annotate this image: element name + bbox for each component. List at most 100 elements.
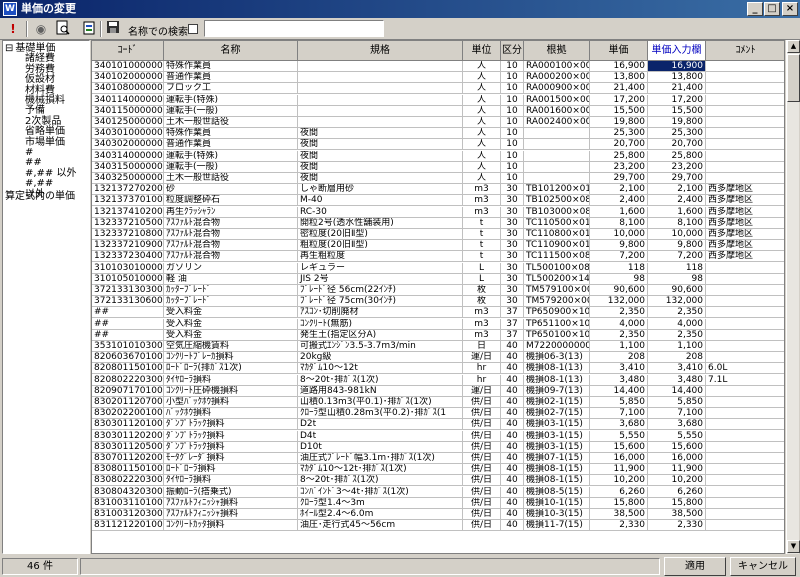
table-row[interactable]: 132337210500 ｱｽﾌｧﾙﾄ混合物 開粒2号(透水性舗装用) t 30 TC11… bbox=[92, 217, 784, 229]
price-input-cell[interactable]: 15,600 bbox=[648, 441, 706, 453]
table-row[interactable]: 310103010000 ガソリン レギュラー L 30 TL500100×08 118 11… bbox=[92, 262, 784, 274]
price-input-cell[interactable]: 118 bbox=[648, 262, 706, 274]
price-input-cell[interactable]: 90,600 bbox=[648, 285, 706, 296]
price-input-cell[interactable]: 19,800 bbox=[648, 117, 706, 128]
price-input-cell[interactable]: 14,400 bbox=[648, 385, 706, 397]
price-input-cell[interactable]: 3,410 bbox=[648, 363, 706, 375]
price-input-cell[interactable]: 3,680 bbox=[648, 419, 706, 431]
table-row[interactable]: 830301120100 ﾀﾞﾝﾌﾟﾄﾗｯｸ損料 D2t 供/日 40 機損03-1(15… bbox=[92, 419, 784, 431]
table-row[interactable]: 830801150100 ﾛｰﾄﾞﾛｰﾗ損料 ﾏｶﾀﾞﾑ10～12t･排ｶﾞｽ(1次… bbox=[92, 464, 784, 476]
table-row[interactable]: 132337230400 ｱｽﾌｧﾙﾄ混合物 再生粗粒度 t 30 TC111500×08… bbox=[92, 251, 784, 263]
table-row[interactable]: 340108000000 ブロック工人 10 RA000900×00 21,400 21,… bbox=[92, 83, 784, 95]
table-row[interactable]: 820802220300 ﾀｲﾔﾛｰﾗ損料 8～20t･排ｶﾞｽ(1次) hr 40 機損… bbox=[92, 374, 784, 386]
price-input-cell[interactable]: 5,550 bbox=[648, 430, 706, 442]
table-row[interactable]: 830701120200 ﾓｰﾀｸﾞﾚｰﾀﾞ損料 油圧式ﾌﾞﾚｰﾄﾞ幅3.1m･排ｶ… bbox=[92, 453, 784, 464]
price-input-cell[interactable]: 11,900 bbox=[648, 464, 706, 476]
table-row[interactable]: 132137410200 再生ｸﾗｯｼｬﾗﾝ RC-30 m3 30 TB103000×0… bbox=[92, 206, 784, 218]
price-input-cell[interactable]: 6,260 bbox=[648, 486, 706, 498]
column-header[interactable]: 単価 bbox=[590, 41, 648, 61]
table-row[interactable]: 340125000000 土木一般世話役人 10 RA002400×00 19,800 1… bbox=[92, 117, 784, 128]
table-row[interactable]: 831003120300 ｱｽﾌｧﾙﾄﾌｨﾆｯｼｬ損料 ﾎｲｰﾙ型2.4～6.0m 供… bbox=[92, 509, 784, 520]
price-input-cell[interactable]: 98 bbox=[648, 273, 706, 285]
table-row[interactable]: 830804320300 振動ﾛｰﾗ(搭乗式) ｺﾝﾊﾞｲﾝﾄﾞ3～4t･排ｶﾞｽ(… bbox=[92, 486, 784, 498]
collapse-icon[interactable]: ⊟ bbox=[5, 43, 13, 54]
price-input-cell[interactable]: 15,500 bbox=[648, 105, 706, 117]
table-row[interactable]: 820801150100 ﾛｰﾄﾞﾛｰﾗ(排ｶﾞｽ1次) ﾏｶﾀﾞﾑ10～12t hr… bbox=[92, 363, 784, 375]
table-row[interactable]: 340114000000 運転手(特殊) 人 10 RA001500×00 17,200 1… bbox=[92, 94, 784, 106]
column-header[interactable]: 単価入力欄 bbox=[648, 41, 706, 61]
table-row[interactable]: 830201120700 小型ﾊﾞｯｸﾎｳ損料 山積0.13m3(平0.1)･排ｶﾞ… bbox=[92, 397, 784, 408]
title-bar[interactable]: W 単価の変更 _ □ × bbox=[0, 0, 800, 18]
price-input-cell[interactable]: 2,350 bbox=[648, 307, 706, 319]
price-input-cell[interactable]: 10,000 bbox=[648, 229, 706, 240]
table-row[interactable]: 132137270200 砂しゃ断層用砂 m3 30 TB101200×01 2,100 2… bbox=[92, 184, 784, 196]
price-input-cell[interactable]: 208 bbox=[648, 352, 706, 364]
price-input-cell[interactable]: 4,000 bbox=[648, 318, 706, 330]
column-header[interactable]: 区分 bbox=[501, 41, 524, 61]
price-input-cell[interactable]: 5,850 bbox=[648, 397, 706, 408]
tree-item[interactable]: 算定式内の単価 bbox=[5, 191, 75, 203]
price-input-cell[interactable]: 3,480 bbox=[648, 374, 706, 386]
app-icon[interactable]: W bbox=[3, 2, 17, 16]
price-input-cell[interactable]: 38,500 bbox=[648, 509, 706, 520]
table-row[interactable]: 372133130600 ｶｯﾀｰﾌﾞﾚｰﾄﾞ ﾌﾞﾚｰﾄﾞ径 75cm(30ｲﾝﾁ… bbox=[92, 296, 784, 308]
price-input-cell[interactable]: 7,100 bbox=[648, 408, 706, 420]
maximize-icon[interactable]: □ bbox=[764, 2, 780, 16]
price-input-cell[interactable]: 1,100 bbox=[648, 341, 706, 352]
table-row[interactable]: 830301120500 ﾀﾞﾝﾌﾟﾄﾗｯｸ損料 D10t 供/日 40 機損03-1(1… bbox=[92, 441, 784, 453]
binoculars-icon[interactable]: ◉ bbox=[32, 20, 50, 38]
table-row[interactable]: 830202200100 ﾊﾞｯｸﾎｳ損料 ｸﾛｰﾗ型山積0.28m3(平0.2)･… bbox=[92, 408, 784, 420]
table-row[interactable]: 831003110100 ｱｽﾌｧﾙﾄﾌｨﾆｯｼｬ損料 ｸﾛｰﾗ型1.4～3m 供/日… bbox=[92, 497, 784, 509]
price-input-cell[interactable]: 13,800 bbox=[648, 72, 706, 84]
table-row[interactable]: 820907170100 ｺﾝｸﾘｰﾄ圧砕機損料 道路用843-981kN 運/日 40… bbox=[92, 385, 784, 397]
price-input-cell[interactable]: 9,800 bbox=[648, 240, 706, 252]
table-row[interactable]: 132337210900 ｱｽﾌｧﾙﾄ混合物 粗粒度(20旧Ⅱ型) t 30 TC1109… bbox=[92, 240, 784, 252]
price-input-cell[interactable]: 7,200 bbox=[648, 251, 706, 263]
price-input-cell[interactable]: 8,100 bbox=[648, 217, 706, 229]
search-checkbox[interactable] bbox=[188, 24, 198, 34]
column-header[interactable]: ｺｰﾄﾞ bbox=[92, 41, 164, 61]
table-row[interactable]: 340325000000 土木一般世話役 夜間人 10 29,700 29,700 bbox=[92, 173, 784, 184]
table-row[interactable]: 340315000000 運転手(一般) 夜間人 10 23,200 23,200 bbox=[92, 161, 784, 173]
table-row[interactable]: 132337210800 ｱｽﾌｧﾙﾄ混合物 密粒度(20旧Ⅱ型) t 30 TC1108… bbox=[92, 229, 784, 240]
price-input-cell[interactable]: 16,000 bbox=[648, 453, 706, 464]
table-row[interactable]: 830802220300 ﾀｲﾔﾛｰﾗ損料 8～20t･排ｶﾞｽ(1次) 供/日 40 機… bbox=[92, 475, 784, 487]
table-row[interactable]: 820603670100 ｺﾝｸﾘｰﾄﾌﾞﾚｰｶ損料 20kg級 運/日 40 機損06-… bbox=[92, 352, 784, 364]
save-icon[interactable] bbox=[104, 20, 122, 38]
price-input-cell[interactable]: 15,800 bbox=[648, 497, 706, 509]
exclamation-icon[interactable]: ! bbox=[4, 20, 22, 38]
price-input-cell[interactable]: 25,300 bbox=[648, 128, 706, 140]
price-grid[interactable]: ｺｰﾄﾞ 名称 規格 単位 区分 根拠 単価 単価入力欄 ｺﾒﾝﾄ 340101000000 特殊… bbox=[91, 40, 785, 554]
price-input-cell[interactable]: 25,800 bbox=[648, 150, 706, 162]
close-icon[interactable]: × bbox=[782, 2, 798, 16]
table-row[interactable]: 340115000000 運転手(一般) 人 10 RA001600×00 15,500 1… bbox=[92, 105, 784, 117]
price-input-cell[interactable]: 2,350 bbox=[648, 329, 706, 341]
price-input-cell[interactable]: 2,400 bbox=[648, 195, 706, 207]
price-input-cell[interactable]: 2,100 bbox=[648, 184, 706, 196]
price-input-cell[interactable]: 23,200 bbox=[648, 161, 706, 173]
minimize-icon[interactable]: _ bbox=[747, 2, 763, 16]
column-header[interactable]: 名称 bbox=[164, 41, 298, 61]
price-input-cell[interactable]: 1,600 bbox=[648, 206, 706, 218]
table-row[interactable]: ## 受入料金 ｺﾝｸﾘｰﾄ(無筋) m3 37 TP651100×10 4,000 4,00… bbox=[92, 318, 784, 330]
cancel-button[interactable]: キャンセル bbox=[730, 557, 796, 576]
table-row[interactable]: 310105010000 軽 油 JIS 2号 L 30 TL500200×14 98 98 bbox=[92, 273, 784, 285]
price-input-cell[interactable]: 2,330 bbox=[648, 520, 706, 532]
column-header[interactable]: ｺﾒﾝﾄ bbox=[706, 41, 784, 61]
table-row[interactable]: 340314000000 運転手(特殊) 夜間人 10 25,800 25,800 bbox=[92, 150, 784, 162]
search-input[interactable] bbox=[204, 20, 384, 37]
table-row[interactable]: 372133130300 ｶｯﾀｰﾌﾞﾚｰﾄﾞ ﾌﾞﾚｰﾄﾞ径 56cm(22ｲﾝﾁ… bbox=[92, 285, 784, 296]
price-input-cell[interactable]: 16,900 bbox=[648, 61, 706, 72]
scroll-up-icon[interactable]: ▲ bbox=[787, 40, 800, 53]
column-header[interactable]: 根拠 bbox=[524, 41, 590, 61]
scroll-down-icon[interactable]: ▼ bbox=[787, 540, 800, 553]
price-input-cell[interactable]: 29,700 bbox=[648, 173, 706, 184]
table-row[interactable]: ## 受入料金 発生土(指定区分A) m3 37 TP650100×10 2,350 2,35… bbox=[92, 329, 784, 341]
preview-icon[interactable] bbox=[54, 20, 72, 38]
price-input-cell[interactable]: 10,200 bbox=[648, 475, 706, 487]
table-row[interactable]: 340302000000 普通作業員 夜間人 10 20,700 20,700 bbox=[92, 139, 784, 151]
vertical-scrollbar[interactable]: ▲ ▼ bbox=[786, 40, 800, 554]
table-row[interactable]: 340301000000 特殊作業員 夜間人 10 25,300 25,300 bbox=[92, 128, 784, 140]
table-row[interactable]: 831121220100 ｺﾝｸﾘｰﾄｶｯﾀ損料 油圧･走行式45～56cm 供/日 4… bbox=[92, 520, 784, 532]
table-row[interactable]: 340102000000 普通作業員人 10 RA000200×00 13,800 13,… bbox=[92, 72, 784, 84]
